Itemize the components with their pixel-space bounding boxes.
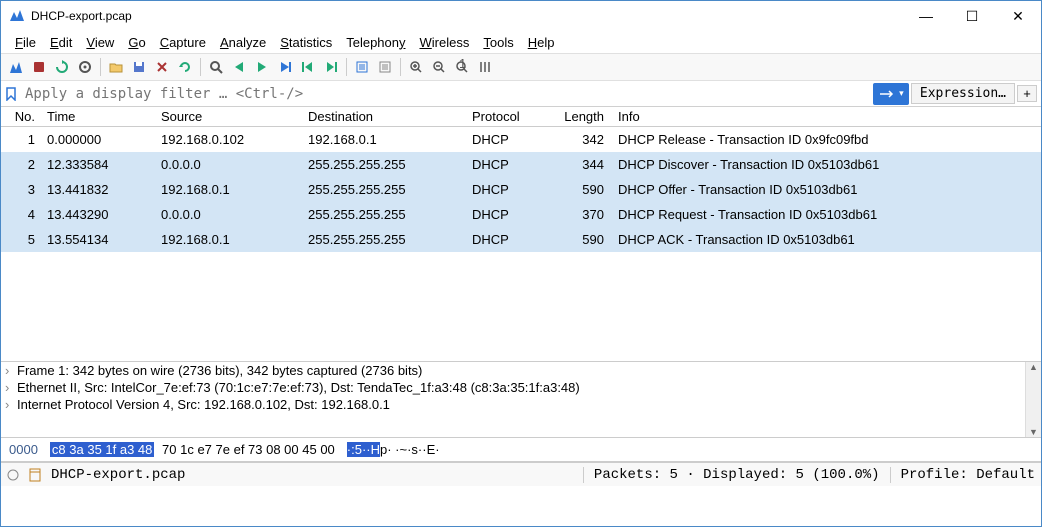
col-header-info[interactable]: Info (612, 108, 1041, 125)
hex-ascii: p· ·~·s··E· (380, 442, 440, 457)
titlebar: DHCP-export.pcap — ☐ ✕ (1, 1, 1041, 31)
reload-icon[interactable] (174, 56, 196, 78)
packet-details-body[interactable]: ›Frame 1: 342 bytes on wire (2736 bits),… (1, 362, 1025, 437)
filter-bar: ▾ Expression… + (1, 81, 1041, 107)
col-header-source[interactable]: Source (155, 108, 302, 125)
maximize-button[interactable]: ☐ (949, 1, 995, 31)
first-icon[interactable] (297, 56, 319, 78)
goto-icon[interactable] (274, 56, 296, 78)
zoom-out-icon[interactable] (428, 56, 450, 78)
detail-line[interactable]: ›Frame 1: 342 bytes on wire (2736 bits),… (1, 362, 1025, 379)
packet-details-pane: ›Frame 1: 342 bytes on wire (2736 bits),… (1, 362, 1041, 438)
col-header-time[interactable]: Time (41, 108, 155, 125)
restart-icon[interactable] (51, 56, 73, 78)
last-icon[interactable] (320, 56, 342, 78)
window-title: DHCP-export.pcap (31, 9, 903, 23)
auto-scroll-icon[interactable] (351, 56, 373, 78)
menu-tools[interactable]: Tools (477, 33, 519, 52)
status-profile[interactable]: Profile: Default (901, 467, 1035, 483)
zoom-reset-icon[interactable]: 1 (451, 56, 473, 78)
menu-edit[interactable]: Edit (44, 33, 78, 52)
detail-line[interactable]: ›Ethernet II, Src: IntelCor_7e:ef:73 (70… (1, 379, 1025, 396)
resize-cols-icon[interactable] (474, 56, 496, 78)
menu-help[interactable]: Help (522, 33, 561, 52)
find-icon[interactable] (205, 56, 227, 78)
save-icon[interactable] (128, 56, 150, 78)
app-icon (9, 8, 25, 24)
shark-icon[interactable] (5, 56, 27, 78)
display-filter-input[interactable] (21, 84, 873, 104)
minimize-button[interactable]: — (903, 1, 949, 31)
open-icon[interactable] (105, 56, 127, 78)
col-header-no[interactable]: No. (1, 108, 41, 125)
statusbar: DHCP-export.pcap Packets: 5 · Displayed:… (1, 462, 1041, 486)
menubar: FileEditViewGoCaptureAnalyzeStatisticsTe… (1, 31, 1041, 53)
packet-row[interactable]: 10.000000192.168.0.102192.168.0.1DHCP342… (1, 127, 1041, 152)
close-button[interactable]: ✕ (995, 1, 1041, 31)
packet-row[interactable]: 513.554134192.168.0.1255.255.255.255DHCP… (1, 227, 1041, 252)
zoom-in-icon[interactable] (405, 56, 427, 78)
hex-offset: 0000 (9, 442, 38, 457)
expert-info-icon[interactable] (7, 469, 19, 481)
bookmark-icon[interactable] (1, 87, 21, 101)
menu-go[interactable]: Go (122, 33, 151, 52)
packet-list-pane: No. Time Source Destination Protocol Len… (1, 107, 1041, 362)
menu-statistics[interactable]: Statistics (274, 33, 338, 52)
menu-capture[interactable]: Capture (154, 33, 212, 52)
col-header-protocol[interactable]: Protocol (466, 108, 548, 125)
packet-list-body[interactable]: 10.000000192.168.0.102192.168.0.1DHCP342… (1, 127, 1041, 361)
options-icon[interactable] (74, 56, 96, 78)
menu-analyze[interactable]: Analyze (214, 33, 272, 52)
detail-line[interactable]: ›Internet Protocol Version 4, Src: 192.1… (1, 396, 1025, 413)
menu-file[interactable]: File (9, 33, 42, 52)
col-header-destination[interactable]: Destination (302, 108, 466, 125)
add-filter-button[interactable]: + (1017, 85, 1037, 102)
toolbar: 1 (1, 53, 1041, 81)
expression-button[interactable]: Expression… (911, 83, 1015, 104)
colorize-icon[interactable] (374, 56, 396, 78)
menu-view[interactable]: View (80, 33, 120, 52)
capture-file-icon[interactable] (29, 468, 41, 482)
packet-row[interactable]: 212.3335840.0.0.0255.255.255.255DHCP344D… (1, 152, 1041, 177)
menu-wireless[interactable]: Wireless (414, 33, 476, 52)
packet-list-header[interactable]: No. Time Source Destination Protocol Len… (1, 107, 1041, 127)
details-scrollbar[interactable]: ▲▼ (1025, 362, 1041, 437)
prev-icon[interactable] (228, 56, 250, 78)
packet-bytes-pane[interactable]: 0000 c8 3a 35 1f a3 48 70 1c e7 7e ef 73… (1, 438, 1041, 462)
svg-text:1: 1 (459, 59, 466, 71)
hex-bytes: 70 1c e7 7e ef 73 08 00 45 00 (162, 442, 335, 457)
hex-ascii-selected: ·:5··H (347, 442, 380, 457)
packet-row[interactable]: 413.4432900.0.0.0255.255.255.255DHCP370D… (1, 202, 1041, 227)
next-icon[interactable] (251, 56, 273, 78)
close-icon[interactable] (151, 56, 173, 78)
apply-filter-button[interactable]: ▾ (873, 83, 909, 105)
status-packets: Packets: 5 · Displayed: 5 (100.0%) (594, 467, 880, 483)
packet-row[interactable]: 313.441832192.168.0.1255.255.255.255DHCP… (1, 177, 1041, 202)
col-header-length[interactable]: Length (548, 108, 612, 125)
status-file: DHCP-export.pcap (51, 467, 573, 483)
stop-icon[interactable] (28, 56, 50, 78)
menu-telephony[interactable]: Telephony (340, 33, 411, 52)
hex-selected-bytes: c8 3a 35 1f a3 48 (50, 442, 154, 457)
